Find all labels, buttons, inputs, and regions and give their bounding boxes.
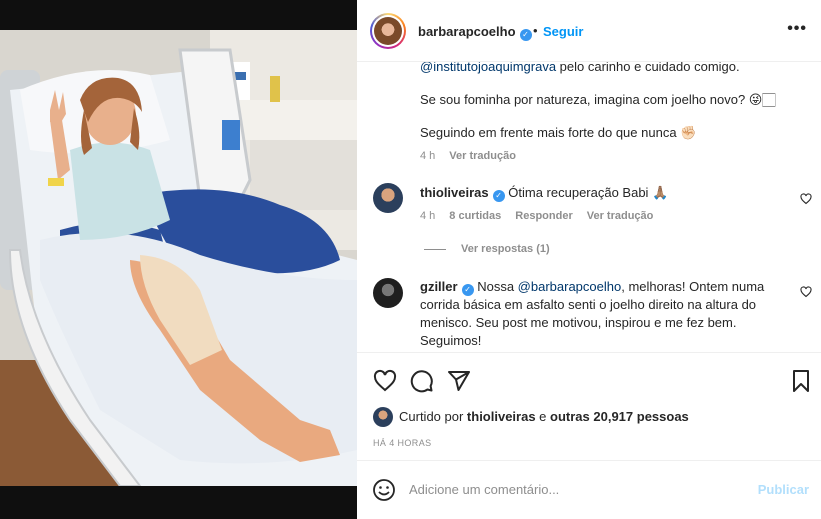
view-replies-button[interactable]: Ver respostas (1) xyxy=(461,243,550,255)
emoji-smiley-icon[interactable] xyxy=(372,478,396,502)
caption-line-3: Seguindo em frente mais forte do que nun… xyxy=(420,125,697,140)
save-bookmark-icon[interactable] xyxy=(789,369,813,393)
comment-2-line-2: corrida básica em asfalto senti o joelho… xyxy=(420,297,757,312)
post-details-panel: barbarapcoelho ✓ • Seguir ••• @institutoj… xyxy=(357,0,821,519)
liker-username-link[interactable]: thioliveiras xyxy=(467,409,536,424)
liker-avatar[interactable] xyxy=(373,407,393,427)
like-comment-heart-icon[interactable] xyxy=(800,193,812,205)
caption-meta: 4 h Ver tradução xyxy=(420,150,530,162)
commenter-avatar[interactable] xyxy=(373,183,403,213)
comment-2-line-4: Seguimos! xyxy=(420,333,482,348)
reply-button[interactable]: Responder xyxy=(515,210,572,222)
post-actions: Curtido por thioliveiras e outras 20,917… xyxy=(357,352,821,460)
separator-dot: • xyxy=(533,23,538,38)
caption-line-1: @institutojoaquimgrava pelo carinho e cu… xyxy=(420,62,740,76)
comment-mention-link[interactable]: @barbarapcoelho xyxy=(518,279,622,294)
publish-button[interactable]: Publicar xyxy=(758,482,809,497)
post-header: barbarapcoelho ✓ • Seguir ••• xyxy=(357,0,821,62)
likes-others-link[interactable]: outras 20,917 pessoas xyxy=(550,409,689,424)
follow-button[interactable]: Seguir xyxy=(543,24,583,39)
caption-line-2: Se sou fominha por natureza, imagina com… xyxy=(420,92,776,107)
author-avatar[interactable] xyxy=(370,13,406,49)
caption-time: 4 h xyxy=(420,150,436,162)
comment-2-line-3: menisco. Seu post me motivou, inspirou e… xyxy=(420,315,737,330)
verified-badge-icon: ✓ xyxy=(492,190,505,202)
share-paper-plane-icon[interactable] xyxy=(447,369,471,393)
add-comment-bar: Publicar xyxy=(357,460,821,519)
comment-1-text: thioliveiras ✓ Ótima recuperação Babi 🙏🏽 xyxy=(420,185,669,202)
like-heart-icon[interactable] xyxy=(373,369,397,393)
like-comment-heart-icon[interactable] xyxy=(800,286,812,298)
comment-1-likes[interactable]: 8 curtidas xyxy=(449,210,501,222)
comment-2-line-1: gziller ✓ Nossa @barbarapcoelho, melhoras… xyxy=(420,279,765,296)
comment-bubble-icon[interactable] xyxy=(410,369,434,393)
caption-translate-link[interactable]: Ver tradução xyxy=(449,150,516,162)
verified-badge-icon: ✓ xyxy=(519,29,532,41)
caption-mention-link[interactable]: @institutojoaquimgrava xyxy=(420,62,556,74)
author-username[interactable]: barbarapcoelho xyxy=(418,24,516,39)
comment-1-meta: 4 h8 curtidas Responder Ver tradução xyxy=(420,210,654,222)
likes-summary: Curtido por thioliveiras e outras 20,917… xyxy=(399,409,689,424)
replies-divider xyxy=(424,249,446,250)
commenter-avatar[interactable] xyxy=(373,278,403,308)
more-options-icon[interactable]: ••• xyxy=(787,20,807,38)
comment-1-username[interactable]: thioliveiras xyxy=(420,185,489,200)
comment-2-username[interactable]: gziller xyxy=(420,279,458,294)
comments-list[interactable]: @institutojoaquimgrava pelo carinho e cu… xyxy=(357,62,821,352)
verified-badge-icon: ✓ xyxy=(461,284,474,296)
post-photo xyxy=(0,30,357,486)
comment-1-translate-link[interactable]: Ver tradução xyxy=(587,210,654,222)
post-timestamp: HÁ 4 HORAS xyxy=(373,438,432,448)
comment-input[interactable] xyxy=(409,479,739,499)
